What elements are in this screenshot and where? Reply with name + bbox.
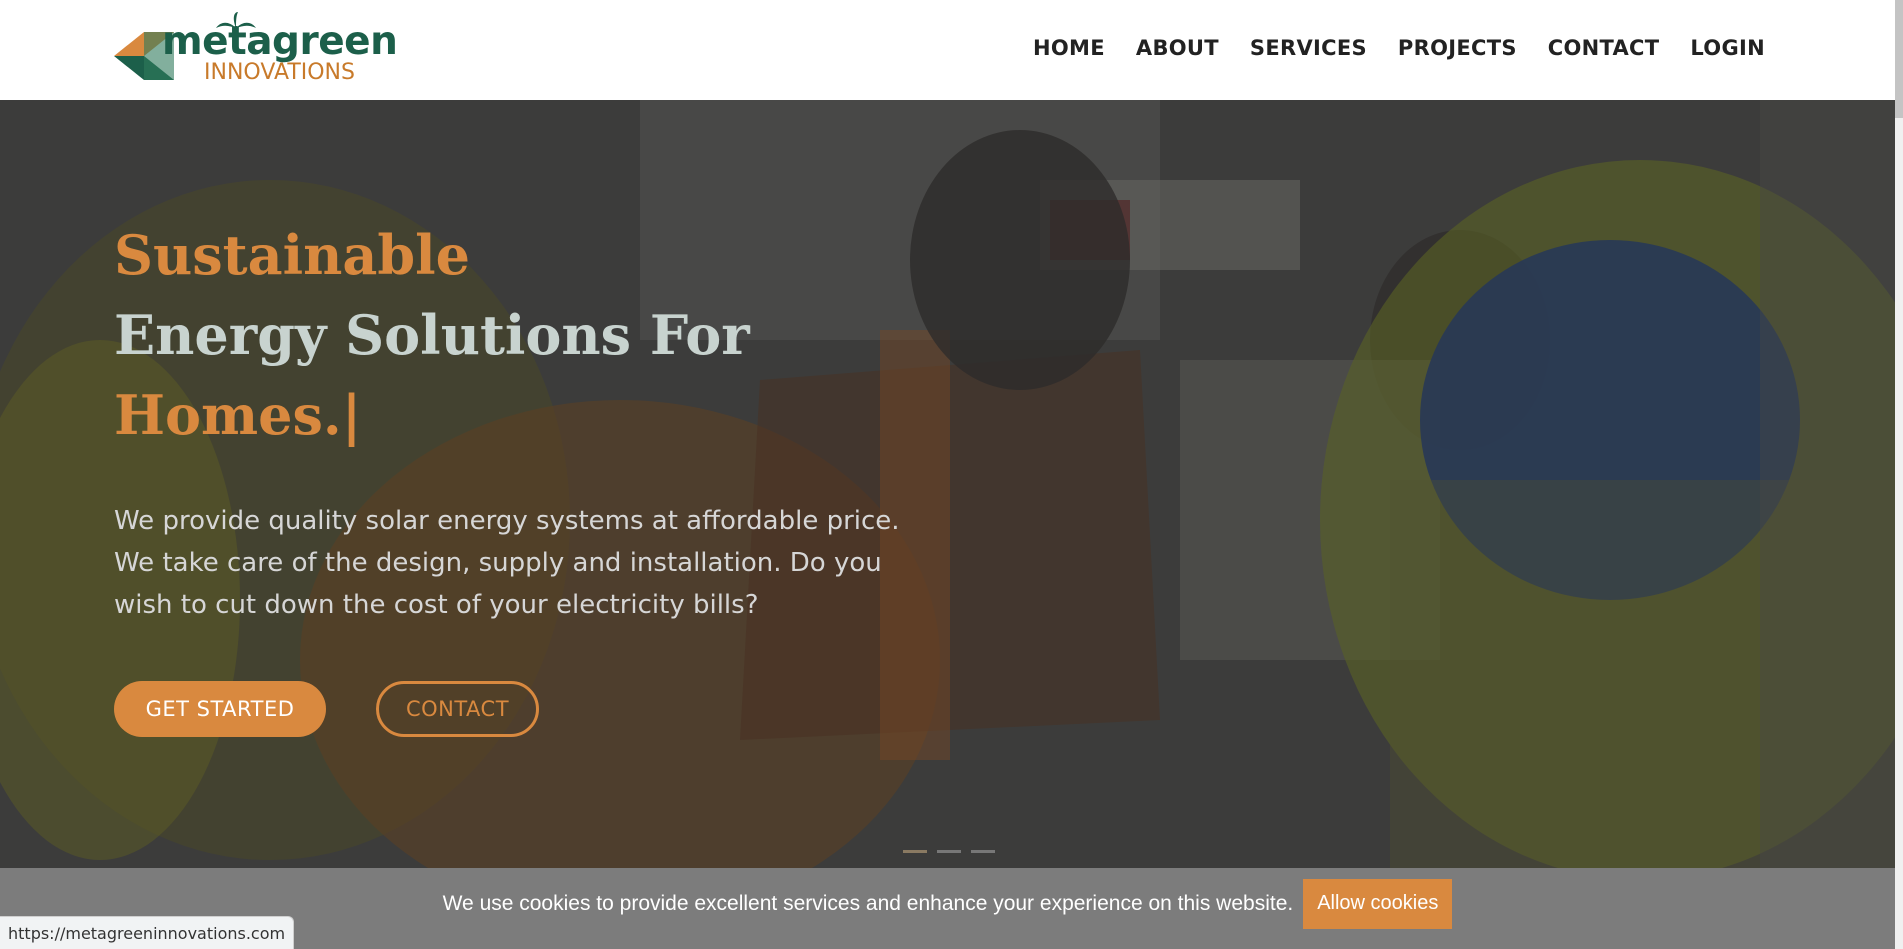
scrollbar-thumb[interactable] xyxy=(1895,0,1903,118)
page-scrollbar[interactable] xyxy=(1895,0,1903,949)
hero-text-block: Sustainable Energy Solutions For Homes.|… xyxy=(114,215,1014,626)
logo-wordmark: metagreen xyxy=(162,19,398,64)
hero-description: We provide quality solar energy systems … xyxy=(114,506,900,620)
nav-home[interactable]: HOME xyxy=(1033,36,1105,60)
nav-projects[interactable]: PROJECTS xyxy=(1398,36,1517,60)
cookie-message: We use cookies to provide excellent serv… xyxy=(442,891,1294,915)
slider-dot[interactable] xyxy=(937,850,961,853)
brand-logo[interactable]: metagreen INNOVATIONS xyxy=(114,12,398,88)
hero-section: Sustainable Energy Solutions For Homes.|… xyxy=(0,100,1895,870)
slider-dot[interactable] xyxy=(971,850,995,853)
allow-cookies-button[interactable]: Allow cookies xyxy=(1303,878,1453,929)
nav-contact[interactable]: CONTACT xyxy=(1548,36,1660,60)
slider-pagination xyxy=(903,850,995,853)
nav-about[interactable]: ABOUT xyxy=(1136,36,1219,60)
contact-button[interactable]: CONTACT xyxy=(376,681,539,737)
hero-headline-line3: Homes.| xyxy=(114,383,362,447)
slider-dot[interactable] xyxy=(903,850,927,853)
nav-login[interactable]: LOGIN xyxy=(1690,36,1765,60)
site-header: metagreen INNOVATIONS HOME ABOUT SERVICE… xyxy=(0,0,1895,100)
logo-subtitle: INNOVATIONS xyxy=(204,60,355,85)
hero-headline-line1: Sustainable xyxy=(114,223,470,287)
hero-headline-line2: Energy Solutions For xyxy=(114,303,750,367)
get-started-button[interactable]: GET STARTED xyxy=(114,681,326,737)
status-bar-url: https://metagreeninnovations.com xyxy=(0,916,295,949)
main-nav: HOME ABOUT SERVICES PROJECTS CONTACT LOG… xyxy=(1033,36,1765,60)
hero-buttons: GET STARTED CONTACT xyxy=(114,681,539,737)
nav-services[interactable]: SERVICES xyxy=(1250,36,1367,60)
